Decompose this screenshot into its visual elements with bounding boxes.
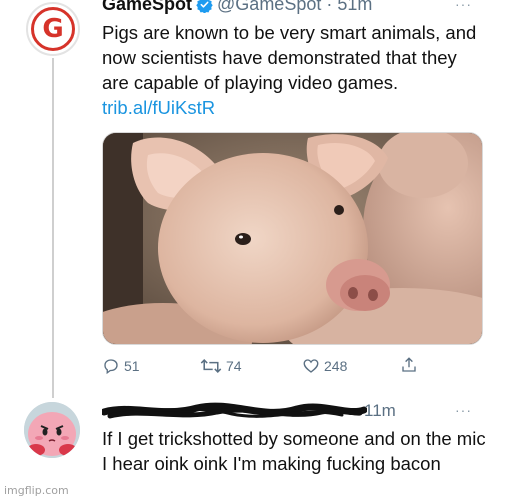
tweet-body: Pigs are known to be very smart animals,… xyxy=(102,22,477,93)
more-options-icon[interactable]: ··· xyxy=(455,0,472,12)
tweet-media-pig-photo[interactable] xyxy=(102,132,483,345)
retweet-icon xyxy=(200,358,222,374)
reply-action[interactable]: 51 xyxy=(102,357,140,375)
share-icon xyxy=(402,357,416,372)
gamespot-avatar[interactable]: G xyxy=(26,2,80,56)
author-name[interactable]: GameSpot xyxy=(102,0,192,15)
pig-photo-icon xyxy=(103,133,482,344)
thread-line xyxy=(52,58,54,398)
retweet-action[interactable]: 74 xyxy=(200,357,242,375)
tweet-actions: 51 74 248 xyxy=(102,355,432,377)
reply-icon xyxy=(104,359,118,375)
tweet2-time[interactable]: 11m xyxy=(364,401,396,421)
share-action[interactable] xyxy=(400,355,422,375)
tweet-link[interactable]: trib.al/fUiKstR xyxy=(102,97,215,118)
like-count: 248 xyxy=(324,358,348,374)
tweet-text: Pigs are known to be very smart animals,… xyxy=(102,20,482,120)
author-handle-time[interactable]: @GameSpot · 51m xyxy=(217,0,372,15)
retweet-count: 74 xyxy=(226,358,242,374)
tweet2-header: 11m xyxy=(102,400,482,422)
kirby-icon xyxy=(24,402,80,458)
watermark: imgflip.com xyxy=(4,484,69,497)
gamespot-logo: G xyxy=(31,7,75,51)
kirby-avatar[interactable] xyxy=(24,402,80,458)
like-action[interactable]: 248 xyxy=(302,357,347,375)
verified-badge-icon xyxy=(196,0,213,13)
heart-icon xyxy=(303,359,319,373)
reply-count: 51 xyxy=(124,358,140,374)
redacted-name-scribble xyxy=(102,402,367,419)
tweet2-text: If I get trickshotted by someone and on … xyxy=(102,428,486,474)
more-options-icon[interactable]: ··· xyxy=(455,402,472,418)
tweet-header: GameSpot @GameSpot · 51m xyxy=(102,0,372,16)
